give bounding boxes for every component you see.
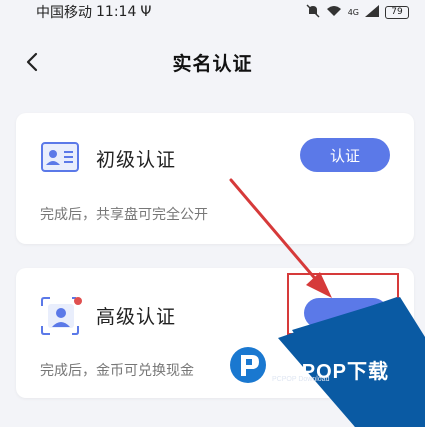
back-button[interactable] bbox=[20, 50, 44, 74]
basic-verification-card: 初级认证 认证 完成后，共享盘可完全公开 bbox=[16, 113, 414, 244]
id-card-icon bbox=[40, 140, 80, 174]
watermark-logo bbox=[228, 345, 268, 389]
face-scan-icon bbox=[40, 296, 82, 335]
nav-bar: 实名认证 bbox=[0, 38, 425, 86]
card-title: 初级认证 bbox=[96, 149, 177, 171]
page-title: 实名认证 bbox=[172, 52, 253, 75]
status-bar: 中国移动 11:14 Ψ 4G 79 bbox=[0, 0, 425, 24]
clock: 11:14 bbox=[96, 4, 137, 20]
watermark-subtitle: PCPOP Download bbox=[272, 376, 330, 383]
battery-icon: 79 bbox=[385, 5, 409, 19]
signal-label: 4G bbox=[347, 7, 359, 17]
carrier-label: 中国移动 bbox=[36, 5, 92, 21]
card-description: 完成后，共享盘可完全公开 bbox=[40, 207, 208, 223]
chevron-left-icon bbox=[26, 52, 38, 72]
verify-button[interactable]: 认证 bbox=[300, 138, 390, 172]
signal-icon bbox=[365, 4, 379, 20]
mute-icon bbox=[306, 4, 320, 21]
wifi-icon bbox=[326, 5, 342, 20]
card-description: 完成后，金币可兑换现金 bbox=[40, 363, 194, 379]
usb-icon: Ψ bbox=[140, 4, 152, 20]
card-title: 高级认证 bbox=[96, 306, 177, 328]
verify-button[interactable] bbox=[304, 298, 388, 328]
